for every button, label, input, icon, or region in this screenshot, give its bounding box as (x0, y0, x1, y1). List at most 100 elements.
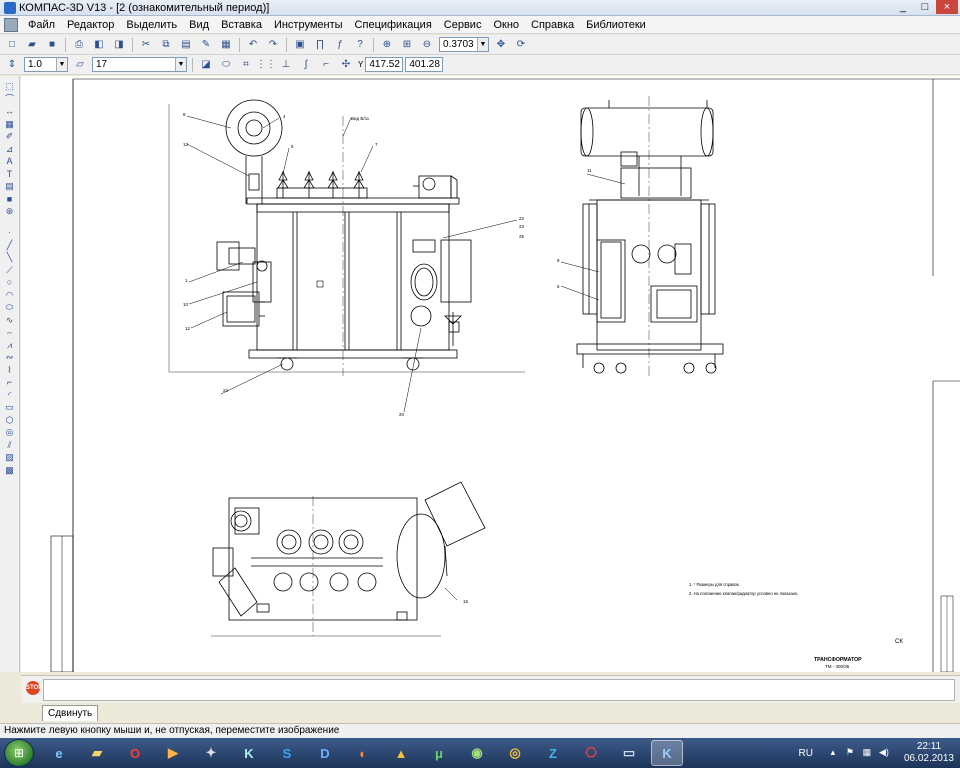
plugin-icon[interactable]: ✦ (195, 740, 227, 766)
menu-tools[interactable]: Инструменты (268, 19, 349, 31)
round-icon[interactable]: ⌐ (318, 57, 334, 73)
manager-icon[interactable]: ▣ (292, 37, 308, 53)
segment-icon[interactable]: ⟋ (3, 264, 17, 276)
edit-icon[interactable]: ✐ (3, 130, 17, 142)
hatch-fill-icon[interactable]: ▨ (3, 451, 17, 463)
folder-icon[interactable]: ▰ (81, 740, 113, 766)
language-indicator[interactable]: RU (798, 748, 812, 759)
text-icon[interactable]: T (3, 168, 17, 180)
fillet-icon[interactable]: ⌢ (3, 326, 17, 338)
menu-service[interactable]: Сервис (438, 19, 488, 31)
screen-icon[interactable]: ▭ (613, 740, 645, 766)
save-icon[interactable]: ■ (44, 37, 60, 53)
close-button[interactable]: × (936, 0, 958, 14)
step-cursor-icon[interactable]: ⇕ (4, 57, 20, 73)
properties-field[interactable] (43, 679, 955, 701)
menu-insert[interactable]: Вставка (215, 19, 268, 31)
ortho-icon[interactable]: ⌗ (238, 57, 254, 73)
maximize-button[interactable]: □ (914, 0, 936, 14)
torrent-icon[interactable]: μ (423, 740, 455, 766)
coord-y-field[interactable]: 401.28 (405, 57, 444, 72)
d-icon[interactable]: D (309, 740, 341, 766)
cursor-coords-icon[interactable]: ✣ (338, 57, 354, 73)
menu-view[interactable]: Вид (183, 19, 215, 31)
new-file-icon[interactable]: □ (4, 37, 20, 53)
undo-icon[interactable]: ↶ (245, 37, 261, 53)
ring-icon[interactable]: ◐ (347, 740, 379, 766)
gradient-icon[interactable]: ▩ (3, 464, 17, 476)
layer-icon[interactable]: ▱ (72, 57, 88, 73)
kompas-icon[interactable]: K (233, 740, 265, 766)
coord-x-field[interactable]: 417.52 (365, 57, 404, 72)
print-icon[interactable]: ⎙ (71, 37, 87, 53)
variables-icon[interactable]: ∏ (312, 37, 328, 53)
measure-icon[interactable]: A (3, 155, 17, 167)
minimize-button[interactable]: _ (892, 0, 914, 14)
tray-expand-icon[interactable]: ▴ (827, 747, 839, 759)
menu-specification[interactable]: Спецификация (349, 19, 438, 31)
arc-icon[interactable]: ◠ (3, 289, 17, 301)
grid-icon[interactable]: ⋮⋮ (256, 57, 276, 73)
stop-icon[interactable]: STOP (26, 681, 42, 695)
layer-field[interactable]: 17 ▼ (92, 57, 187, 72)
spec-icon[interactable]: ▤ (3, 180, 17, 192)
zoom-window-icon[interactable]: ⊞ (399, 37, 415, 53)
cut-icon[interactable]: ✂ (138, 37, 154, 53)
kompas-active-icon[interactable]: K (651, 740, 683, 766)
export-icon[interactable]: ◨ (111, 37, 127, 53)
pan-icon[interactable]: ✥ (493, 37, 509, 53)
flag-icon[interactable]: ⚑ (844, 747, 856, 759)
state-icon[interactable]: ◪ (198, 57, 214, 73)
skype-icon[interactable]: S (271, 740, 303, 766)
nurbs-icon[interactable]: ∾ (3, 351, 17, 363)
tab-move[interactable]: Сдвинуть (42, 705, 99, 721)
parametrize-icon[interactable]: ⊿ (3, 143, 17, 155)
function-icon[interactable]: ƒ (332, 37, 348, 53)
copy-icon[interactable]: ⧉ (158, 37, 174, 53)
snap-icon[interactable]: ⬭ (218, 57, 234, 73)
equidistant-icon[interactable]: ⫽ (3, 439, 17, 451)
menu-edit[interactable]: Редактор (61, 19, 120, 31)
format-painter-icon[interactable]: ✎ (198, 37, 214, 53)
ie-icon[interactable]: e (43, 740, 75, 766)
media-icon[interactable]: ▶ (157, 740, 189, 766)
polyline-icon[interactable]: ⩘ (3, 339, 17, 351)
aux-line-icon[interactable]: ╲ (3, 251, 17, 263)
menu-window[interactable]: Окно (487, 19, 525, 31)
zoom-field[interactable]: 0.3703 ▼ (439, 37, 489, 52)
chrome-icon[interactable]: ◎ (499, 740, 531, 766)
local-cs-icon[interactable]: ⊥ (278, 57, 294, 73)
zoom-in-icon[interactable]: ⊕ (379, 37, 395, 53)
preview-icon[interactable]: ◧ (91, 37, 107, 53)
a-icon[interactable]: ▲ (385, 740, 417, 766)
properties-icon[interactable]: ▦ (218, 37, 234, 53)
menu-help[interactable]: Справка (525, 19, 580, 31)
chamfer-icon[interactable]: ⌐ (3, 376, 17, 388)
circle-icon[interactable]: ○ (3, 276, 17, 288)
refresh-icon[interactable]: ⟳ (513, 37, 529, 53)
point-icon[interactable]: · (3, 226, 17, 238)
clock[interactable]: 22:11 06.02.2013 (904, 741, 954, 765)
network-icon[interactable]: ▦ (861, 747, 873, 759)
line-icon[interactable]: ╱ (3, 239, 17, 251)
menu-select[interactable]: Выделить (120, 19, 183, 31)
spline-icon[interactable]: ∿ (3, 314, 17, 326)
redo-icon[interactable]: ↷ (265, 37, 281, 53)
ellipse-icon[interactable]: ⬭ (3, 301, 17, 313)
document-icon[interactable] (4, 17, 18, 32)
menu-file[interactable]: Файл (22, 19, 61, 31)
drawing-canvas[interactable]: 8 13 4 5 7 Вид Б/зз 1 10 12 24 22 23 25 … (21, 76, 960, 672)
curve-icon[interactable]: ∫ (298, 57, 314, 73)
insert-icon[interactable]: ⊛ (3, 205, 17, 217)
polygon-icon[interactable]: ⬡ (3, 414, 17, 426)
start-button[interactable]: ⊞ (4, 739, 34, 767)
volume-icon[interactable]: ◀) (878, 747, 890, 759)
scale-field[interactable]: 1.0 ▼ (24, 57, 68, 72)
z-icon[interactable]: Z (537, 740, 569, 766)
zoom-out-icon[interactable]: ⊖ (419, 37, 435, 53)
hatch-icon[interactable]: ▦ (3, 118, 17, 130)
globe-icon[interactable]: ◉ (461, 740, 493, 766)
rounding-icon[interactable]: ◜ (3, 389, 17, 401)
bezier-icon[interactable]: ⌇ (3, 364, 17, 376)
menu-libraries[interactable]: Библиотеки (580, 19, 652, 31)
